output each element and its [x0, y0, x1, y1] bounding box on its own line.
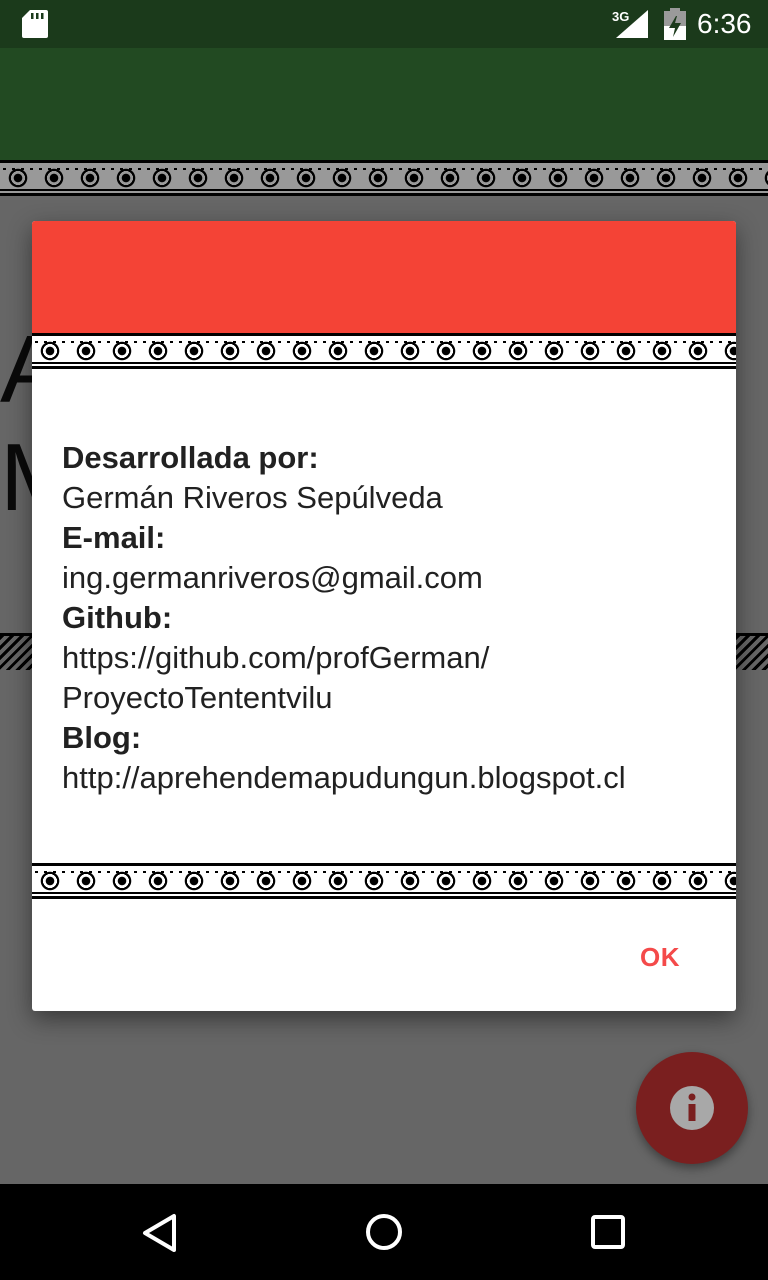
github-value[interactable]: https://github.com/profGerman/ ProyectoT… [62, 638, 722, 718]
blog-value[interactable]: http://aprehendemapudungun.blogspot.cl [62, 758, 722, 798]
developer-value: Germán Riveros Sepúlveda [62, 480, 443, 515]
pattern-border [0, 160, 768, 196]
recents-icon[interactable] [590, 1214, 626, 1250]
dialog-pattern-border-bottom [32, 863, 736, 899]
email-value[interactable]: ing.germanriveros@gmail.com [62, 558, 722, 598]
background-pattern [0, 636, 32, 670]
sd-card-icon [22, 10, 48, 38]
background-pattern [736, 636, 768, 670]
info-fab[interactable] [636, 1052, 748, 1164]
dialog-body: Desarrollada por: Germán Riveros Sepúlve… [62, 438, 722, 798]
status-bar: 3G 6:36 [0, 0, 768, 48]
home-icon[interactable] [364, 1212, 404, 1252]
battery-icon [664, 8, 686, 40]
email-label: E-mail: [62, 520, 166, 555]
developer-label: Desarrollada por: [62, 440, 319, 475]
ok-button[interactable]: OK [640, 933, 680, 981]
back-icon[interactable] [140, 1212, 180, 1254]
clock: 6:36 [697, 8, 752, 39]
blog-label: Blog: [62, 720, 142, 755]
about-dialog: Desarrollada por: Germán Riveros Sepúlve… [32, 221, 736, 1011]
dialog-header [32, 221, 736, 333]
signal-icon [616, 10, 648, 38]
app-bar [0, 48, 768, 160]
github-label: Github: [62, 600, 173, 635]
info-icon [670, 1086, 714, 1130]
dialog-pattern-border-top [32, 333, 736, 369]
